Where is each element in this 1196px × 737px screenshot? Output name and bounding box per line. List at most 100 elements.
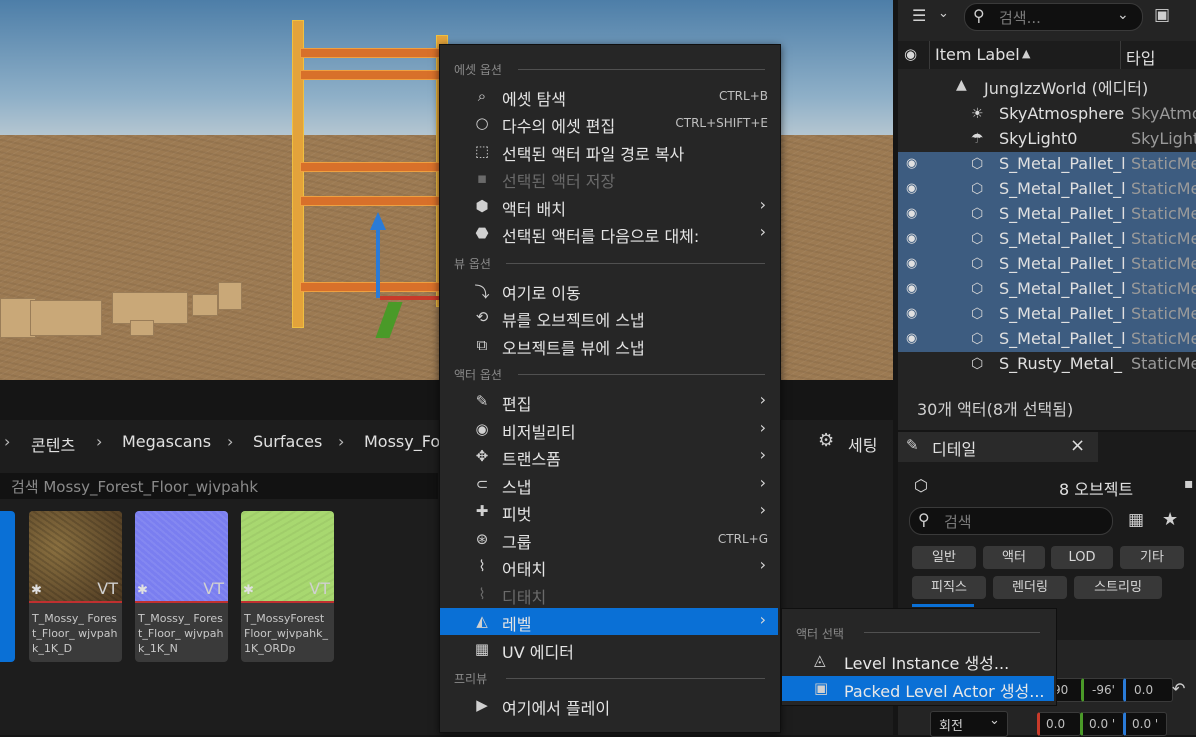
menu-label: 선택된 액터 저장 [502, 172, 616, 191]
row-label: S_Metal_Pallet_l [999, 254, 1125, 273]
menu-item-visibility[interactable]: ◉ 비저빌리티 › [440, 416, 778, 443]
menu-item-uv-editor[interactable]: ▦ UV 에디터 [440, 636, 778, 663]
outliner-row[interactable]: ◉ ⬡ S_Metal_Pallet_l StaticMe [898, 252, 1196, 277]
menu-item-move-here[interactable]: ⤵ 여기로 이동 [440, 277, 778, 304]
menu-item-group[interactable]: ⊛ 그룹 CTRL+G [440, 526, 778, 553]
breadcrumb-chevron-icon: › [227, 432, 234, 451]
gizmo-z-axis[interactable] [376, 228, 380, 298]
sort-ascending-icon: ▲ [1022, 47, 1031, 60]
magnet-icon: ⊂ [475, 475, 489, 493]
cube-icon: ⬡ [914, 476, 928, 495]
row-type: StaticMe [1131, 154, 1196, 173]
menu-item-play-here[interactable]: ▶ 여기에서 플레이 [440, 692, 778, 719]
asset-type-bar [241, 601, 334, 603]
menu-item-edit[interactable]: ✎ 편집 › [440, 388, 778, 415]
outliner-search-input[interactable]: ⚲ 검색... ⌄ [964, 3, 1143, 31]
filter-misc-button[interactable]: 기타 [1120, 546, 1184, 569]
menu-item-replace-actor[interactable]: ⬣ 선택된 액터를 다음으로 대체: › [440, 220, 778, 247]
filter-icon[interactable]: ☰ [912, 6, 932, 26]
outliner-row[interactable]: ◉ ⬡ S_Metal_Pallet_l StaticMe [898, 227, 1196, 252]
details-tab-label: 디테일 [932, 440, 977, 459]
selected-asset-tile[interactable] [0, 511, 15, 662]
filter-physics-button[interactable]: 피직스 [912, 576, 986, 599]
filter-actor-button[interactable]: 액터 [983, 546, 1045, 569]
menu-item-copy-path[interactable]: ⬚ 선택된 액터 파일 경로 복사 [440, 138, 778, 165]
menu-item-level[interactable]: ◭ 레벨 › [440, 608, 778, 635]
breadcrumb-content[interactable]: 콘텐츠 [31, 432, 75, 456]
add-folder-icon[interactable]: ▣ [1154, 5, 1170, 25]
lock-icon[interactable]: ▪ [1184, 476, 1194, 492]
eye-icon[interactable]: ◉ [906, 306, 922, 322]
breadcrumb-mossy[interactable]: Mossy_Fo [364, 432, 440, 451]
row-type: StaticMe [1131, 354, 1196, 373]
row-type: StaticMe [1131, 329, 1196, 348]
eye-icon[interactable]: ◉ [906, 256, 922, 272]
asset-tile[interactable]: ✱ VT T_MossyForest Floor_wjvpahk_ 1K_ORD… [241, 511, 334, 662]
asset-tile[interactable]: ✱ VT T_Mossy_ Forest_Floor_ wjvpahk_1K_D [29, 511, 122, 662]
outliner-row[interactable]: ◉ ⬡ S_Metal_Pallet_l StaticMe [898, 177, 1196, 202]
eye-icon[interactable]: ◉ [904, 45, 917, 63]
eye-icon[interactable]: ◉ [906, 331, 922, 347]
outliner-row[interactable]: ◉ ⬡ S_Metal_Pallet_l StaticMe [898, 152, 1196, 177]
chevron-right-icon: › [759, 222, 766, 241]
reset-icon[interactable]: ↶ [1172, 679, 1185, 698]
menu-item-snap-view-to-object[interactable]: ⟲ 뷰를 오브젝트에 스냅 [440, 304, 778, 331]
menu-item-transform[interactable]: ✥ 트랜스폼 › [440, 443, 778, 470]
filter-general-button[interactable]: 일반 [912, 546, 976, 569]
col-type[interactable]: 타입 [1126, 45, 1155, 69]
filter-streaming-button[interactable]: 스트리밍 [1074, 576, 1162, 599]
outliner-row[interactable]: ☀ SkyAtmosphere SkyAtmos [898, 102, 1196, 127]
outliner-row[interactable]: ◉ ⬡ S_Metal_Pallet_l StaticMe [898, 202, 1196, 227]
chevron-down-icon[interactable]: ⌄ [938, 6, 949, 21]
outliner-row[interactable]: ⬡ S_Rusty_Metal_ StaticMe [898, 352, 1196, 377]
menu-item-snap-object-to-view[interactable]: ⧉ 오브젝트를 뷰에 스냅 [440, 332, 778, 359]
menu-item-create-packed-level-actor[interactable]: ▣ Packed Level Actor 생성... [782, 676, 1054, 701]
row-type: StaticMe [1131, 254, 1196, 273]
star-icon[interactable]: ★ [1162, 509, 1178, 530]
shortcut-label: CTRL+SHIFT+E [675, 116, 768, 130]
outliner-row[interactable]: ◉ ⬡ S_Metal_Pallet_l StaticMe [898, 302, 1196, 327]
eye-icon[interactable]: ◉ [906, 206, 922, 222]
divider [506, 263, 765, 264]
eye-icon[interactable]: ◉ [906, 281, 922, 297]
gizmo-x-axis[interactable] [380, 296, 440, 300]
eye-icon[interactable]: ◉ [906, 156, 922, 172]
details-tab[interactable]: ✎ 디테일 × [898, 432, 1098, 462]
outliner-row[interactable]: ◉ ⬡ S_Metal_Pallet_l StaticMe [898, 327, 1196, 352]
packed-level-icon: ▣ [814, 679, 829, 697]
menu-item-pivot[interactable]: ✚ 피벗 › [440, 498, 778, 525]
close-icon[interactable]: × [1070, 435, 1085, 456]
outliner-world-row[interactable]: ▲ JungIzzWorld (에디터) [898, 73, 1196, 98]
breadcrumb-megascans[interactable]: Megascans [122, 432, 211, 451]
menu-item-attach[interactable]: ⌇ 어태치 › [440, 553, 778, 580]
details-search-input[interactable]: ⚲ 검색 [909, 507, 1113, 535]
menu-item-place-actor[interactable]: ⬢ 액터 배치 › [440, 193, 778, 220]
table-view-icon[interactable]: ▦ [1128, 510, 1144, 530]
rotation-x-field[interactable]: 0.0 [1037, 712, 1081, 736]
rotation-z-field[interactable]: 0.0 ' [1123, 712, 1167, 736]
location-z-field[interactable]: 0.0 [1123, 678, 1173, 702]
shortcut-label: CTRL+G [717, 532, 768, 546]
outliner-row[interactable]: ☂ SkyLight0 SkyLight [898, 127, 1196, 152]
gizmo-z-arrow[interactable] [370, 212, 386, 230]
row-label: S_Metal_Pallet_l [999, 279, 1125, 298]
filter-rendering-button[interactable]: 렌더링 [993, 576, 1067, 599]
visibility-icon: ◉ [475, 420, 489, 438]
eye-icon[interactable]: ◉ [906, 231, 922, 247]
gear-icon[interactable]: ⚙ [818, 430, 834, 451]
outliner-row[interactable]: ◉ ⬡ S_Metal_Pallet_l StaticMe [898, 277, 1196, 302]
menu-item-create-level-instance[interactable]: ◬ Level Instance 생성... [782, 648, 1054, 673]
breadcrumb-surfaces[interactable]: Surfaces [253, 432, 322, 451]
rotation-y-field[interactable]: 0.0 ' [1080, 712, 1124, 736]
filter-lod-button[interactable]: LOD [1051, 546, 1113, 569]
menu-item-edit-multiple[interactable]: ○ 다수의 에셋 편집 CTRL+SHIFT+E [440, 110, 778, 137]
eye-icon[interactable]: ◉ [906, 181, 922, 197]
asset-tile[interactable]: ✱ VT T_Mossy_ Forest_Floor_ wjvpahk_1K_N [135, 511, 228, 662]
menu-item-browse-asset[interactable]: ⌕ 에셋 탐색 CTRL+B [440, 83, 778, 110]
settings-button[interactable]: 세팅 [848, 432, 877, 456]
col-item-label[interactable]: Item Label [935, 45, 1020, 64]
content-search-input[interactable]: 검색 Mossy_Forest_Floor_wjvpahk [0, 473, 438, 499]
chevron-down-icon[interactable]: ⌄ [1117, 7, 1129, 23]
menu-item-snap[interactable]: ⊂ 스냅 › [440, 471, 778, 498]
rotation-dropdown[interactable]: 회전 ⌄ [930, 711, 1008, 737]
